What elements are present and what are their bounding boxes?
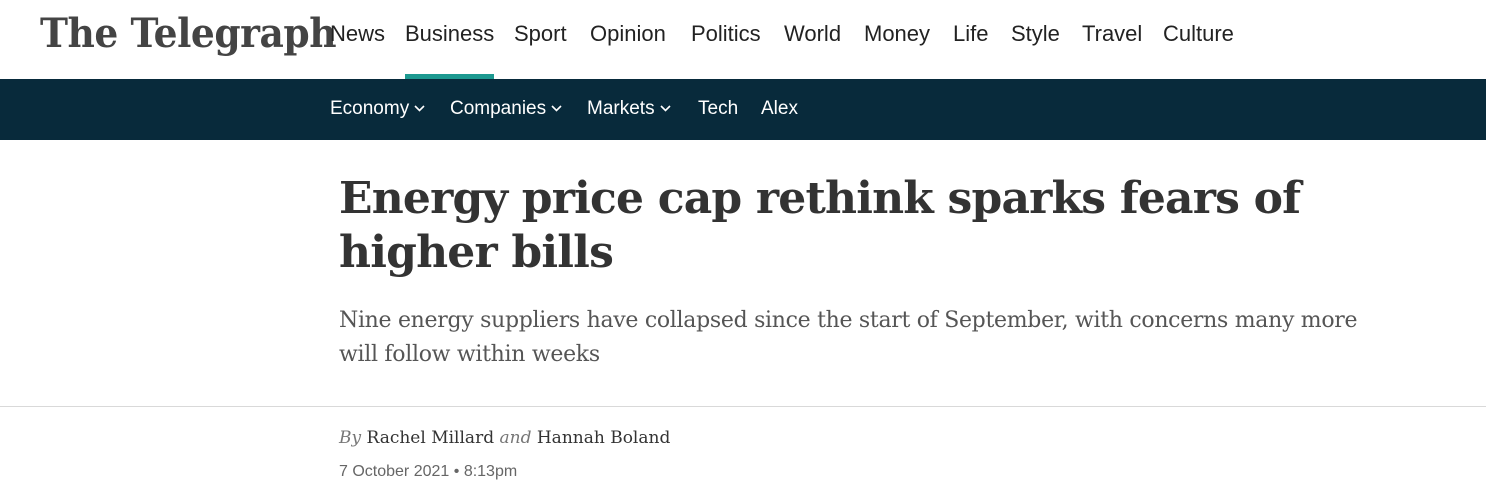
date-separator: • [453, 463, 460, 480]
article-standfirst: Nine energy suppliers have collapsed sin… [339, 308, 1358, 367]
subnav-item-label: Economy [330, 98, 410, 119]
section-subnav: Economy Companies Markets Tech Alex [0, 79, 1486, 140]
divider [0, 406, 1486, 407]
nav-item-world[interactable]: World [784, 0, 841, 79]
subnav-item-label: Markets [587, 98, 655, 119]
nav-item-culture[interactable]: Culture [1163, 0, 1234, 79]
nav-item-life[interactable]: Life [953, 0, 988, 79]
author-link[interactable]: Rachel Millard [367, 428, 495, 448]
byline-prefix: By [339, 428, 362, 448]
byline: By Rachel Millard and Hannah Boland [339, 428, 670, 448]
subnav-item-alex[interactable]: Alex [761, 79, 798, 140]
chevron-down-icon [660, 77, 671, 136]
chevron-down-icon [551, 77, 562, 136]
subnav-item-economy[interactable]: Economy [330, 79, 425, 140]
nav-item-style[interactable]: Style [1011, 0, 1060, 79]
nav-item-money[interactable]: Money [864, 0, 930, 79]
nav-item-opinion[interactable]: Opinion [590, 0, 666, 79]
subnav-item-label: Companies [450, 98, 547, 119]
author-link[interactable]: Hannah Boland [537, 428, 670, 448]
nav-item-politics[interactable]: Politics [691, 0, 761, 79]
site-header: The Telegraph News Business Sport Opinio… [0, 0, 1486, 79]
publish-time: 8:13pm [463, 463, 518, 480]
nav-item-travel[interactable]: Travel [1082, 0, 1142, 79]
nav-item-sport[interactable]: Sport [514, 0, 567, 79]
publish-datetime: 7 October 2021 • 8:13pm [339, 463, 517, 481]
nav-item-news[interactable]: News [330, 0, 385, 79]
publish-date: 7 October 2021 [339, 463, 450, 480]
subnav-item-tech[interactable]: Tech [698, 79, 738, 140]
telegraph-logo[interactable]: The Telegraph [40, 8, 337, 60]
subnav-item-markets[interactable]: Markets [587, 79, 671, 140]
chevron-down-icon [414, 77, 425, 136]
byline-conjunction: and [499, 428, 532, 448]
article-headline: Energy price cap rethink sparks fears of… [339, 173, 1301, 278]
nav-item-business[interactable]: Business [405, 0, 495, 79]
subnav-item-companies[interactable]: Companies [450, 79, 562, 140]
